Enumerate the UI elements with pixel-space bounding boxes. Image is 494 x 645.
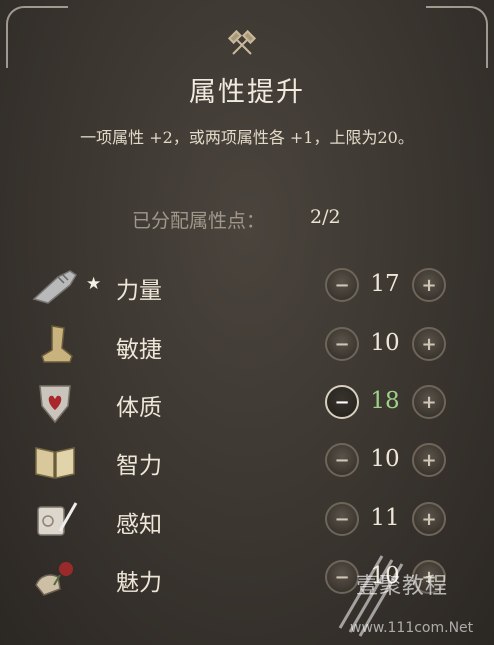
attribute-value: 18 — [370, 388, 400, 414]
frame-corner-top-left — [6, 6, 68, 68]
attribute-name: 体质 — [116, 395, 162, 421]
hand-rose-icon — [35, 562, 73, 596]
attribute-value: 10 — [370, 446, 400, 472]
decrease-button[interactable]: − — [325, 502, 359, 536]
watermark-brand: 壹聚教程 — [356, 574, 449, 599]
attribute-name: 智力 — [116, 453, 162, 479]
attribute-value: 17 — [370, 271, 400, 297]
attribute-value: 11 — [370, 505, 400, 531]
attribute-row-constitution: 体质 − 18 + — [0, 376, 494, 432]
scroll-quill-icon — [37, 502, 78, 536]
rule-text: 一项属性 +2，或两项属性各 +1，上限为20。 — [80, 128, 414, 147]
hammer-icon — [227, 29, 257, 55]
attribute-name: 魅力 — [116, 570, 162, 596]
panel-title: 属性提升 — [189, 77, 305, 108]
points-value: 2/2 — [310, 206, 341, 228]
decrease-button[interactable]: − — [325, 268, 359, 302]
shield-heart-icon — [39, 385, 71, 424]
increase-button[interactable]: + — [412, 443, 446, 477]
decrease-button[interactable]: − — [325, 385, 359, 419]
attribute-value: 10 — [370, 330, 400, 356]
decrease-button[interactable]: − — [325, 443, 359, 477]
decrease-button[interactable]: − — [325, 327, 359, 361]
watermark-url: www.111com.Net — [350, 620, 474, 636]
gauntlet-icon — [32, 270, 78, 304]
favored-star-icon: ★ — [86, 274, 102, 294]
increase-button[interactable]: + — [412, 327, 446, 361]
attribute-row-intelligence: 智力 − 10 + — [0, 434, 494, 490]
increase-button[interactable]: + — [412, 502, 446, 536]
book-icon — [35, 447, 75, 479]
frame-corner-top-right — [426, 6, 488, 68]
attribute-row-dexterity: 敏捷 − 10 + — [0, 318, 494, 374]
attribute-name: 力量 — [116, 278, 162, 304]
attribute-row-strength: ★ 力量 − 17 + — [0, 259, 494, 315]
attribute-name: 敏捷 — [116, 337, 162, 363]
boot-icon — [41, 325, 73, 363]
increase-button[interactable]: + — [412, 268, 446, 302]
attribute-row-wisdom: 感知 − 11 + — [0, 493, 494, 549]
points-label: 已分配属性点： — [132, 210, 266, 232]
attribute-name: 感知 — [116, 512, 162, 538]
increase-button[interactable]: + — [412, 385, 446, 419]
